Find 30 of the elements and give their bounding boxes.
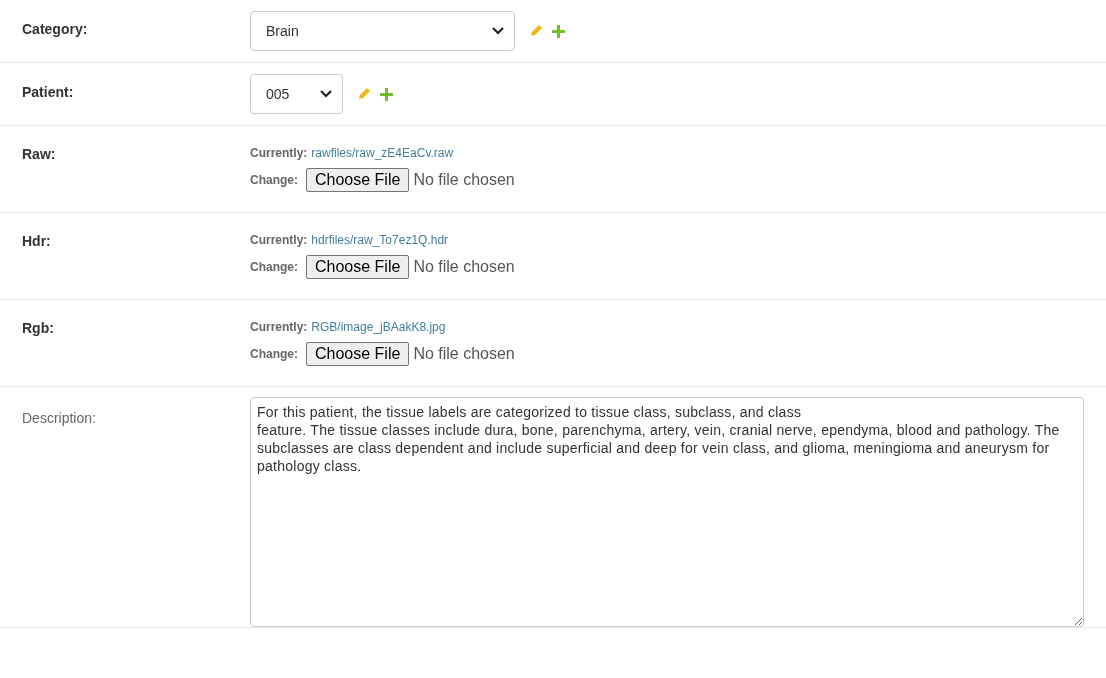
plus-icon[interactable]	[552, 24, 565, 38]
pencil-icon[interactable]	[357, 87, 371, 101]
file-status: No file chosen	[413, 345, 515, 363]
currently-label: Currently:	[250, 233, 308, 247]
choose-file-button[interactable]: Choose File	[306, 168, 410, 192]
description-field[interactable]: For this patient, the tissue labels are categorized to tissue class, subclass, and class feature. The tissue classes include dura, bone, parenchyma, artery, vein, cranial nerve, ependyma, blood and pathology. The subclasses are class dependent and include superficial and deep for vein class, and glioma, meningioma and aneurysm for pathology class.	[250, 397, 1084, 627]
plus-icon[interactable]	[380, 87, 393, 101]
chevron-down-icon	[492, 27, 504, 35]
file-status: No file chosen	[413, 258, 515, 276]
field-label: Raw:	[21, 146, 57, 162]
choose-file-button[interactable]: Choose File	[306, 342, 410, 366]
field-label: Hdr:	[21, 233, 52, 249]
pencil-icon[interactable]	[529, 24, 543, 38]
change-label: Change:	[250, 347, 298, 361]
file-link[interactable]: hdrfiles/raw_To7ez1Q.hdr	[311, 233, 449, 247]
chevron-down-icon	[320, 90, 332, 98]
currently-label: Currently:	[250, 320, 308, 334]
file-link[interactable]: rawfiles/raw_zE4EaCv.raw	[311, 146, 454, 160]
select-field[interactable]: Brain	[250, 11, 515, 51]
field-label: Description:	[21, 409, 97, 426]
file-link[interactable]: RGB/image_jBAakK8.jpg	[311, 320, 446, 334]
change-label: Change:	[250, 260, 298, 274]
currently-label: Currently:	[250, 146, 308, 160]
choose-file-button[interactable]: Choose File	[306, 255, 410, 279]
field-label: Rgb:	[21, 320, 55, 336]
file-status: No file chosen	[413, 171, 515, 189]
select-field[interactable]: 005	[250, 74, 343, 114]
field-label: Patient:	[21, 83, 75, 100]
field-label: Category:	[21, 20, 89, 37]
change-label: Change:	[250, 173, 298, 187]
